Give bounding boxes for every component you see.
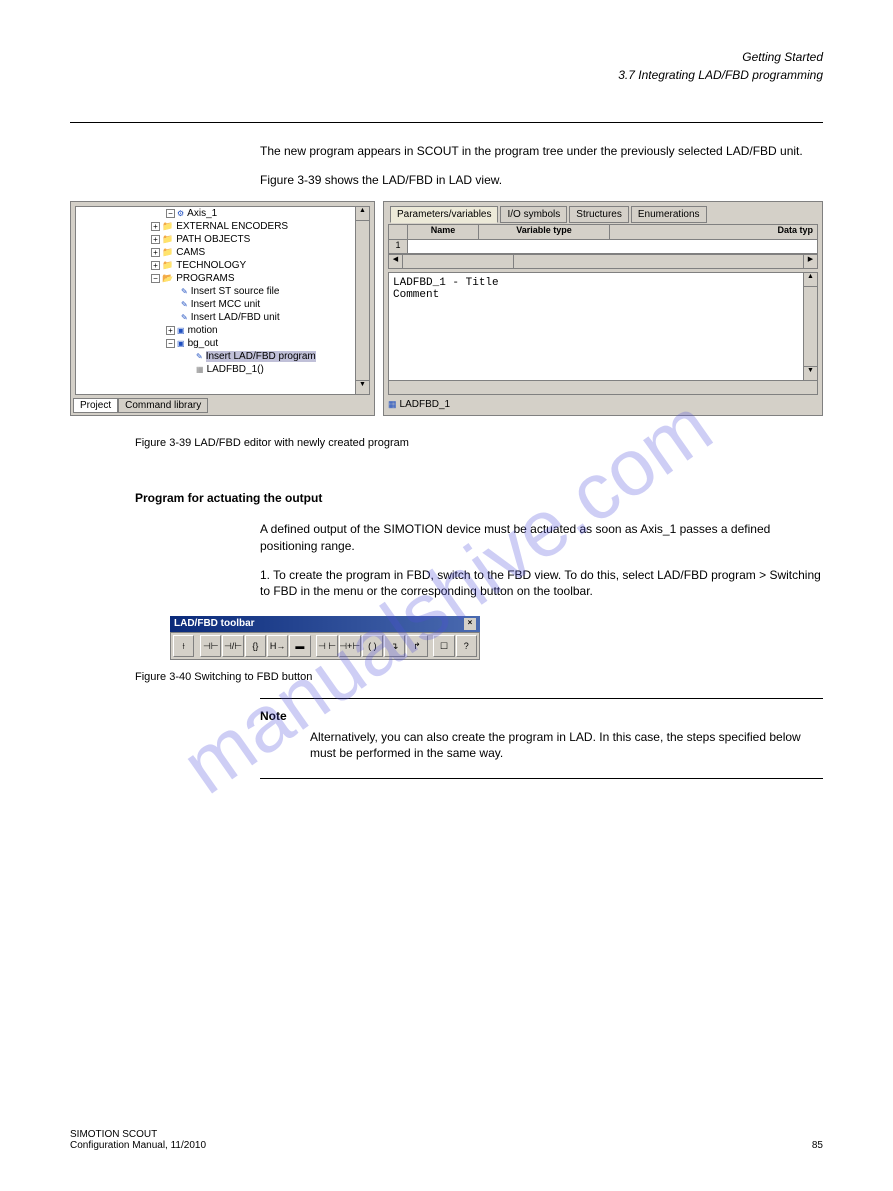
- insert-icon: ✎: [181, 300, 188, 309]
- toolbar-button-1[interactable]: ⟊: [173, 635, 194, 657]
- toolbar-button-12[interactable]: ☐: [433, 635, 454, 657]
- editor-hscrollbar[interactable]: [388, 380, 818, 395]
- toolbar-button-8[interactable]: ⊣+⊢: [339, 635, 361, 657]
- project-tree[interactable]: −⚙Axis_1 +📁EXTERNAL ENCODERS +📁PATH OBJE…: [75, 206, 358, 395]
- tree-item-label[interactable]: Axis_1: [187, 208, 217, 219]
- toolbar-titlebar: LAD/FBD toolbar ×: [170, 616, 480, 632]
- editor-bottom-tab-label: LADFBD_1: [400, 399, 451, 410]
- folder-icon: 📂: [162, 273, 173, 284]
- header-rule: [70, 122, 823, 123]
- scroll-right-icon[interactable]: ▶: [803, 255, 817, 268]
- figure-toolbar: LAD/FBD toolbar × ⟊ ⊣⊢ ⊣/⊢ {} H→ ▬ ⊣ ⊢ ⊣…: [170, 616, 480, 660]
- tree-item-label-selected[interactable]: Insert LAD/FBD program: [206, 351, 316, 362]
- tree-item-label[interactable]: motion: [188, 325, 218, 336]
- header-section: 3.7 Integrating LAD/FBD programming: [70, 68, 823, 82]
- page-footer: SIMOTION SCOUT Configuration Manual, 11/…: [70, 1129, 823, 1151]
- toolbar-button-9[interactable]: ( ): [362, 635, 383, 657]
- unit-icon: ▣: [177, 339, 185, 348]
- folder-icon: 📁: [162, 234, 173, 245]
- tree-item-label[interactable]: TECHNOLOGY: [176, 260, 246, 271]
- insert-icon: ✎: [181, 313, 188, 322]
- paragraph-intro-2: Figure 3-39 shows the LAD/FBD in LAD vie…: [260, 172, 823, 189]
- close-icon[interactable]: ×: [464, 618, 476, 630]
- note-label: Note: [260, 709, 823, 723]
- tree-item-label[interactable]: PATH OBJECTS: [176, 234, 250, 245]
- grid-header-datatype: Data typ: [610, 225, 817, 239]
- scroll-down-icon[interactable]: ▼: [356, 380, 369, 394]
- toolbar-button-10[interactable]: ↴: [384, 635, 405, 657]
- step-1: 1. To create the program in FBD, switch …: [260, 567, 823, 601]
- grid-hscrollbar[interactable]: ◀ ▶: [388, 254, 818, 269]
- unit-icon: ▣: [177, 326, 185, 335]
- toolbar-row: ⟊ ⊣⊢ ⊣/⊢ {} H→ ▬ ⊣ ⊢ ⊣+⊢ ( ) ↴ ↱ ☐ ?: [170, 632, 480, 660]
- toolbar-button-2[interactable]: ⊣⊢: [200, 635, 221, 657]
- scroll-thumb[interactable]: [403, 255, 514, 268]
- folder-icon: 📁: [162, 247, 173, 258]
- editor-body[interactable]: LADFBD_1 - Title Comment: [388, 272, 806, 381]
- tree-item-label[interactable]: LADFBD_1(): [207, 364, 264, 375]
- editor-panel: Parameters/variables I/O symbols Structu…: [383, 201, 823, 416]
- toolbar-button-6[interactable]: ▬: [289, 635, 310, 657]
- toolbar-button-7[interactable]: ⊣ ⊢: [316, 635, 337, 657]
- section-heading: Program for actuating the output: [135, 491, 823, 505]
- grid-header-vartype: Variable type: [479, 225, 610, 239]
- footer-left-2: Configuration Manual, 11/2010: [70, 1140, 206, 1151]
- tree-item-label[interactable]: Insert MCC unit: [191, 299, 260, 310]
- tree-item-label[interactable]: Insert ST source file: [191, 286, 280, 297]
- toolbar-button-11[interactable]: ↱: [406, 635, 427, 657]
- tab-io-symbols[interactable]: I/O symbols: [500, 206, 567, 223]
- note-rule-top: [260, 698, 823, 699]
- editor-comment-line: Comment: [393, 289, 801, 301]
- tab-project[interactable]: Project: [73, 398, 118, 413]
- toolbar-button-13[interactable]: ?: [456, 635, 477, 657]
- footer-page-number: 85: [812, 1140, 823, 1151]
- tab-enumerations[interactable]: Enumerations: [631, 206, 707, 223]
- grid-row-number: 1: [389, 240, 408, 253]
- tree-item-label[interactable]: bg_out: [188, 338, 219, 349]
- toolbar-button-switch-fbd[interactable]: H→: [267, 635, 288, 657]
- insert-icon: ✎: [181, 287, 188, 296]
- tab-parameters-variables[interactable]: Parameters/variables: [390, 206, 498, 223]
- folder-icon: 📁: [162, 260, 173, 271]
- tree-item-label[interactable]: CAMS: [176, 247, 205, 258]
- note-text: Alternatively, you can also create the p…: [310, 729, 823, 763]
- note-rule-bottom: [260, 778, 823, 779]
- grid-header-name: Name: [408, 225, 479, 239]
- header-chapter: Getting Started: [70, 50, 823, 64]
- toolbar-button-3[interactable]: ⊣/⊢: [222, 635, 243, 657]
- editor-title-line: LADFBD_1 - Title: [393, 277, 801, 289]
- toolbar-button-4[interactable]: {}: [245, 635, 266, 657]
- insert-icon: ✎: [196, 352, 203, 361]
- scroll-left-icon[interactable]: ◀: [389, 255, 403, 268]
- paragraph-program-desc: A defined output of the SIMOTION device …: [260, 521, 823, 555]
- project-tree-panel: −⚙Axis_1 +📁EXTERNAL ENCODERS +📁PATH OBJE…: [70, 201, 375, 416]
- toolbar-title-text: LAD/FBD toolbar: [174, 618, 255, 630]
- tree-item-label[interactable]: EXTERNAL ENCODERS: [176, 221, 288, 232]
- footer-left-1: SIMOTION SCOUT: [70, 1129, 823, 1140]
- prog-icon: ▦: [196, 365, 204, 374]
- figure-editor-screenshot: −⚙Axis_1 +📁EXTERNAL ENCODERS +📁PATH OBJE…: [70, 201, 823, 416]
- folder-icon: 📁: [162, 221, 173, 232]
- figure-caption-1: Figure 3-39 LAD/FBD editor with newly cr…: [135, 436, 823, 451]
- tab-command-library[interactable]: Command library: [118, 398, 208, 413]
- editor-bottom-tab[interactable]: ▦ LADFBD_1: [388, 397, 450, 412]
- editor-vscrollbar[interactable]: ▲ ▼: [803, 272, 818, 381]
- scroll-up-icon[interactable]: ▲: [356, 207, 369, 221]
- scroll-down-icon[interactable]: ▼: [804, 366, 817, 380]
- axis-icon: ⚙: [177, 209, 184, 218]
- tree-vscrollbar[interactable]: ▲ ▼: [355, 206, 370, 395]
- figure-caption-2: Figure 3-40 Switching to FBD button: [135, 670, 823, 685]
- tree-item-label[interactable]: Insert LAD/FBD unit: [191, 312, 280, 323]
- tree-item-label[interactable]: PROGRAMS: [176, 273, 234, 284]
- scroll-up-icon[interactable]: ▲: [804, 273, 817, 287]
- variable-grid[interactable]: Name Variable type Data typ 1: [388, 224, 818, 254]
- tab-structures[interactable]: Structures: [569, 206, 629, 223]
- paragraph-intro-1: The new program appears in SCOUT in the …: [260, 143, 823, 160]
- program-icon: ▦: [388, 399, 397, 410]
